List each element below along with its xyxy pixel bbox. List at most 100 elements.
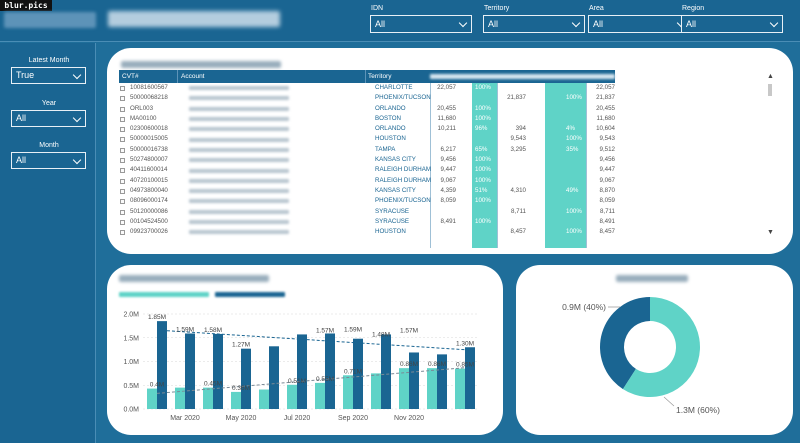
table-row[interactable]: 50000015005 HOUSTON 9,543 100% 9,543	[119, 134, 615, 144]
slicer-area[interactable]: Area All	[588, 3, 690, 33]
slicer-month[interactable]: Month All	[11, 139, 86, 169]
cell-value-1: 4,359	[440, 186, 456, 194]
cell-territory: PHOENIX/TUCSON	[375, 197, 431, 205]
bar-series-1	[399, 368, 409, 409]
expand-icon[interactable]	[120, 168, 125, 174]
cell-percent-1: 100%	[475, 156, 491, 164]
cell-percent-1: 51%	[475, 186, 488, 194]
table-row[interactable]: 50274800007 KANSAS CITY 9,456 100% 9,456	[119, 155, 615, 165]
expand-icon[interactable]	[120, 188, 125, 194]
bar-series-1	[259, 389, 269, 409]
slicer-year[interactable]: Year All	[11, 97, 86, 127]
cell-total: 8,059	[599, 197, 615, 205]
data-label: 0.36M	[232, 385, 250, 392]
cell-cvt: 50120000086	[130, 207, 168, 215]
cell-percent-2: 100%	[566, 228, 582, 236]
table-row[interactable]: 08096000174 PHOENIX/TUCSON 8,059 100% 8,059	[119, 196, 615, 206]
scroll-up-icon[interactable]: ▲	[767, 73, 774, 80]
chevron-down-icon	[72, 70, 82, 80]
scroll-thumb[interactable]	[768, 84, 772, 96]
slicer-latest-month-dropdown[interactable]: True	[11, 67, 86, 84]
cell-territory: BOSTON	[375, 114, 402, 122]
expand-icon[interactable]	[120, 127, 125, 133]
cell-cvt: 04973800040	[130, 186, 168, 194]
slicer-year-dropdown[interactable]: All	[11, 110, 86, 127]
cell-account	[189, 106, 289, 111]
cell-value-1: 22,057	[437, 84, 456, 91]
table-row[interactable]: 10081600567 CHARLOTTE 22,057 100% 22,057	[119, 83, 615, 93]
expand-icon[interactable]	[120, 106, 125, 112]
cell-value-1: 10,211	[437, 125, 456, 133]
table-body: 10081600567 CHARLOTTE 22,057 100% 22,057 5000…	[119, 83, 615, 237]
expand-icon[interactable]	[120, 158, 125, 164]
cell-total: 20,455	[596, 104, 615, 112]
header-territory[interactable]: Territory	[368, 73, 391, 80]
slicer-territory[interactable]: Territory All	[483, 3, 585, 33]
slicer-year-value: All	[16, 113, 27, 123]
bar-series-1	[427, 368, 437, 409]
table-scrollbar[interactable]: ▲ ▼	[767, 73, 774, 236]
cell-territory: KANSAS CITY	[375, 156, 416, 164]
data-label: 1.57M	[316, 327, 334, 334]
cell-cvt: 00104524500	[130, 217, 168, 225]
slicer-region-value: All	[686, 19, 697, 29]
table-row[interactable]: 02300600018 ORLANDO 10,211 96% 394 4% 10,604	[119, 124, 615, 134]
y-tick-label: 1.0M	[123, 359, 139, 366]
bar-series-2	[185, 333, 195, 409]
data-label: 1.59M	[344, 326, 362, 333]
data-label: 0.86M	[400, 361, 418, 368]
bar-series-1	[203, 387, 213, 409]
slicer-area-dropdown[interactable]: All	[588, 15, 690, 33]
expand-icon[interactable]	[120, 96, 125, 102]
bar-series-1	[147, 388, 157, 409]
slicer-idn[interactable]: IDN All	[370, 3, 472, 33]
table-row[interactable]: MA00100 BOSTON 11,680 100% 11,680	[119, 114, 615, 124]
donut-chart-card: 0.9M (40%) 1.3M (60%)	[516, 265, 793, 435]
data-label: 1.57M	[400, 327, 418, 334]
table-row[interactable]: 40720100015 RALEIGH DURHAM 9,067 100% 9,067	[119, 176, 615, 186]
expand-icon[interactable]	[120, 178, 125, 184]
table-row[interactable]: 50000068218 PHOENIX/TUCSON 21,837 100% 21,83…	[119, 93, 615, 103]
slicer-region[interactable]: Region All	[681, 3, 783, 33]
x-tick-label: May 2020	[226, 415, 257, 422]
cell-total: 8,870	[599, 186, 615, 194]
data-label: 1.58M	[204, 327, 222, 334]
expand-icon[interactable]	[120, 230, 125, 236]
cell-percent-1: 100%	[475, 84, 491, 91]
slicer-territory-dropdown[interactable]: All	[483, 15, 585, 33]
cell-value-1: 9,067	[440, 176, 456, 184]
table-row[interactable]: 50000016738 TAMPA 6,217 65% 3,295 35% 9,512	[119, 145, 615, 155]
header-cvt[interactable]: CVT#	[122, 73, 139, 80]
expand-icon[interactable]	[120, 199, 125, 205]
chevron-down-icon	[72, 113, 82, 123]
table-row[interactable]: 09923700026 HOUSTON 8,457 100% 8,457	[119, 227, 615, 237]
table-row[interactable]: 50120000086 SYRACUSE 8,711 100% 8,711	[119, 207, 615, 217]
slicer-idn-dropdown[interactable]: All	[370, 15, 472, 33]
chevron-down-icon	[571, 18, 581, 28]
expand-icon[interactable]	[120, 147, 125, 153]
table-row[interactable]: ORL003 ORLANDO 20,455 100% 20,455	[119, 104, 615, 114]
table-row[interactable]: 04973800040 KANSAS CITY 4,359 51% 4,310 49% 8,…	[119, 186, 615, 196]
bar-series-2	[381, 334, 391, 409]
header-account[interactable]: Account	[181, 73, 205, 80]
slicer-month-dropdown[interactable]: All	[11, 152, 86, 169]
expand-icon[interactable]	[120, 137, 125, 143]
table-header: CVT# Account Territory	[119, 70, 615, 83]
expand-icon[interactable]	[120, 116, 125, 122]
header-metrics[interactable]	[430, 74, 615, 79]
cell-total: 11,680	[596, 114, 615, 122]
expand-icon[interactable]	[120, 86, 125, 91]
expand-icon[interactable]	[120, 219, 125, 225]
data-label: 0.71M	[344, 368, 362, 375]
expand-icon[interactable]	[120, 209, 125, 215]
bar-series-1	[231, 391, 241, 409]
cell-cvt: 02300600018	[130, 125, 168, 133]
table-row[interactable]: 00104524500 SYRACUSE 8,491 100% 8,491	[119, 217, 615, 227]
cell-value-2: 8,457	[510, 228, 526, 236]
table-row[interactable]: 40411600014 RALEIGH DURHAM 9,447 100% 9,447	[119, 165, 615, 175]
slicer-area-value: All	[593, 19, 604, 29]
y-tick-label: 0.0M	[123, 407, 139, 414]
slicer-region-dropdown[interactable]: All	[681, 15, 783, 33]
slicer-latest-month[interactable]: Latest Month True	[11, 54, 86, 84]
scroll-down-icon[interactable]: ▼	[767, 229, 774, 236]
